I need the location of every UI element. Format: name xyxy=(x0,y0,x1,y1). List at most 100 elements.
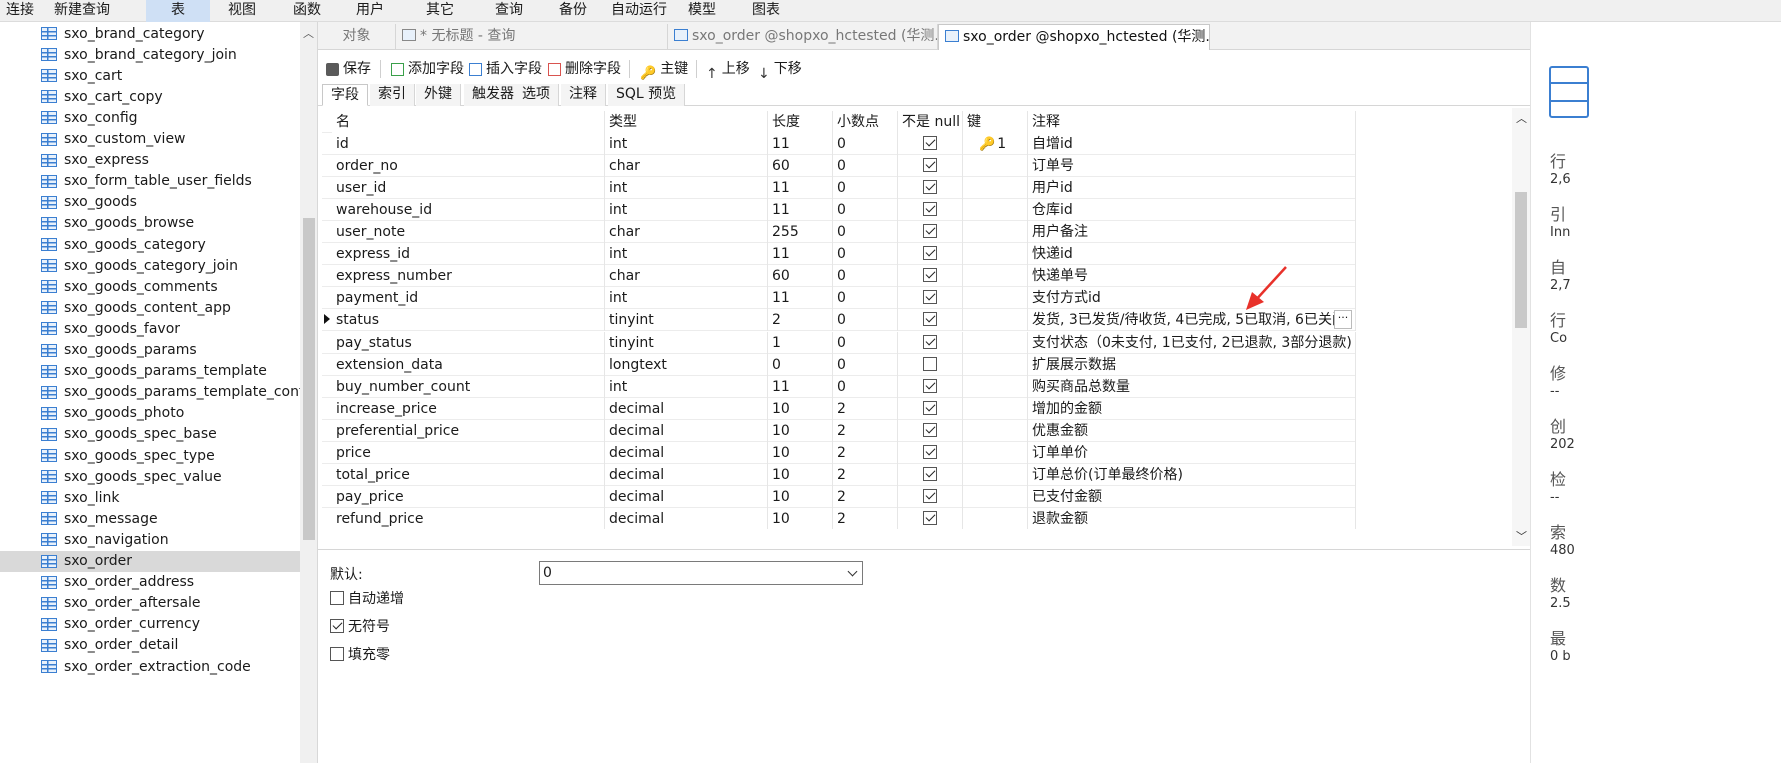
cell-key[interactable] xyxy=(963,243,1028,266)
not-null-checkbox[interactable] xyxy=(923,268,937,283)
cell-name[interactable]: increase_price xyxy=(332,397,605,420)
tree-item[interactable]: sxo_goods_photo xyxy=(0,403,300,424)
cell-key[interactable] xyxy=(963,177,1028,200)
cell-length[interactable]: 10 xyxy=(768,397,833,420)
cell-not-null[interactable] xyxy=(898,441,963,464)
auto-increment-checkbox[interactable] xyxy=(330,591,344,605)
not-null-checkbox[interactable] xyxy=(923,224,937,239)
grid-scrollbar[interactable]: ︿ ﹀ xyxy=(1512,108,1530,546)
cell-key[interactable] xyxy=(963,309,1028,332)
cell-length[interactable]: 11 xyxy=(768,375,833,398)
default-value-select[interactable]: 0 xyxy=(539,561,863,585)
tab-query[interactable]: * 无标题 - 查询 xyxy=(396,24,668,50)
cell-comment[interactable]: 支付方式id xyxy=(1028,287,1356,310)
move-down-button[interactable]: ↓ 下移 xyxy=(758,58,802,82)
cell-name[interactable]: extension_data xyxy=(332,353,605,376)
cell-not-null[interactable] xyxy=(898,155,963,178)
menu-item[interactable]: 模型 xyxy=(682,0,722,22)
not-null-checkbox[interactable] xyxy=(923,356,937,371)
not-null-checkbox[interactable] xyxy=(923,246,937,261)
cell-key[interactable] xyxy=(963,508,1028,529)
tree-item[interactable]: sxo_cart xyxy=(0,65,300,86)
cell-type[interactable]: char xyxy=(605,221,768,244)
cell-not-null[interactable] xyxy=(898,397,963,420)
cell-comment[interactable]: 已支付金额 xyxy=(1028,485,1356,508)
table-row[interactable]: payment_id int 11 0 支付方式id xyxy=(322,287,1356,310)
cell-length[interactable]: 11 xyxy=(768,199,833,222)
tree-item[interactable]: sxo_goods_favor xyxy=(0,318,300,339)
cell-key[interactable] xyxy=(963,375,1028,398)
column-header-type[interactable]: 类型 xyxy=(605,111,768,133)
cell-not-null[interactable] xyxy=(898,287,963,310)
cell-decimals[interactable]: 0 xyxy=(833,177,898,200)
cell-key[interactable] xyxy=(963,221,1028,244)
tree-item[interactable]: sxo_custom_view xyxy=(0,129,300,150)
not-null-checkbox[interactable] xyxy=(923,290,937,305)
comment-edit-button[interactable]: ··· xyxy=(1334,310,1352,330)
move-up-button[interactable]: ↑ 上移 xyxy=(706,58,750,82)
cell-length[interactable]: 11 xyxy=(768,133,833,155)
table-row[interactable]: total_price decimal 10 2 订单总价(订单最终价格) xyxy=(322,463,1356,486)
cell-key[interactable] xyxy=(963,331,1028,354)
cell-type[interactable]: int xyxy=(605,287,768,310)
cell-name[interactable]: id xyxy=(332,133,605,155)
cell-length[interactable]: 11 xyxy=(768,243,833,266)
cell-decimals[interactable]: 2 xyxy=(833,397,898,420)
column-header-comment[interactable]: 注释 xyxy=(1028,111,1356,133)
cell-name[interactable]: buy_number_count xyxy=(332,375,605,398)
table-row[interactable]: buy_number_count int 11 0 购买商品总数量 xyxy=(322,375,1356,398)
tree-item[interactable]: sxo_message xyxy=(0,508,300,529)
cell-key[interactable] xyxy=(963,463,1028,486)
cell-not-null[interactable] xyxy=(898,353,963,376)
cell-not-null[interactable] xyxy=(898,221,963,244)
cell-key[interactable] xyxy=(963,265,1028,288)
menu-item[interactable]: 视图 xyxy=(222,0,262,22)
menu-item[interactable]: 用户 xyxy=(350,0,390,22)
tree-item[interactable]: sxo_goods_category_join xyxy=(0,255,300,276)
cell-not-null[interactable] xyxy=(898,485,963,508)
subtab[interactable]: 索引 xyxy=(370,84,415,106)
not-null-checkbox[interactable] xyxy=(923,400,937,415)
cell-not-null[interactable] xyxy=(898,309,963,332)
not-null-checkbox[interactable] xyxy=(923,312,937,327)
cell-type[interactable]: decimal xyxy=(605,441,768,464)
cell-length[interactable]: 10 xyxy=(768,485,833,508)
cell-comment[interactable]: 订单总价(订单最终价格) xyxy=(1028,463,1356,486)
cell-decimals[interactable]: 0 xyxy=(833,287,898,310)
cell-comment[interactable]: 快递id xyxy=(1028,243,1356,266)
column-header-key[interactable]: 键 xyxy=(963,111,1028,133)
cell-type[interactable]: int xyxy=(605,199,768,222)
cell-comment[interactable]: 退款金额 xyxy=(1028,508,1356,529)
column-header-length[interactable]: 长度 xyxy=(768,111,833,133)
cell-type[interactable]: decimal xyxy=(605,419,768,442)
tree-item[interactable]: sxo_goods_spec_base xyxy=(0,424,300,445)
table-row[interactable]: increase_price decimal 10 2 增加的金额 xyxy=(322,397,1356,420)
menu-item[interactable]: 自动运行 xyxy=(605,0,673,22)
primary-key-button[interactable]: 🔑 主键 xyxy=(640,58,688,81)
tree-item[interactable]: sxo_cart_copy xyxy=(0,86,300,107)
cell-type[interactable]: decimal xyxy=(605,508,768,529)
cell-name[interactable]: pay_price xyxy=(332,485,605,508)
not-null-checkbox[interactable] xyxy=(923,378,937,393)
cell-not-null[interactable] xyxy=(898,265,963,288)
table-row[interactable]: express_number char 60 0 快递单号 xyxy=(322,265,1356,288)
tree-item[interactable]: sxo_goods_browse xyxy=(0,213,300,234)
not-null-checkbox[interactable] xyxy=(923,158,937,173)
tree-item[interactable]: sxo_goods_params xyxy=(0,340,300,361)
cell-type[interactable]: int xyxy=(605,177,768,200)
cell-decimals[interactable]: 0 xyxy=(833,243,898,266)
scroll-down-icon[interactable]: ﹀ xyxy=(1516,528,1527,544)
cell-comment[interactable]: 用户备注 xyxy=(1028,221,1356,244)
menu-item[interactable]: 连接 xyxy=(0,0,40,22)
cell-comment[interactable]: 用户id xyxy=(1028,177,1356,200)
cell-decimals[interactable]: 0 xyxy=(833,221,898,244)
cell-decimals[interactable]: 0 xyxy=(833,353,898,376)
cell-key[interactable] xyxy=(963,485,1028,508)
table-row[interactable]: extension_data longtext 0 0 扩展展示数据 xyxy=(322,353,1356,376)
cell-comment[interactable]: 支付状态（0未支付, 1已支付, 2已退款, 3部分退款) xyxy=(1028,331,1356,354)
cell-name[interactable]: order_no xyxy=(332,155,605,178)
cell-length[interactable]: 11 xyxy=(768,177,833,200)
tree-item[interactable]: sxo_order_detail xyxy=(0,635,300,656)
cell-key[interactable] xyxy=(963,441,1028,464)
add-field-button[interactable]: 添加字段 xyxy=(391,58,464,80)
